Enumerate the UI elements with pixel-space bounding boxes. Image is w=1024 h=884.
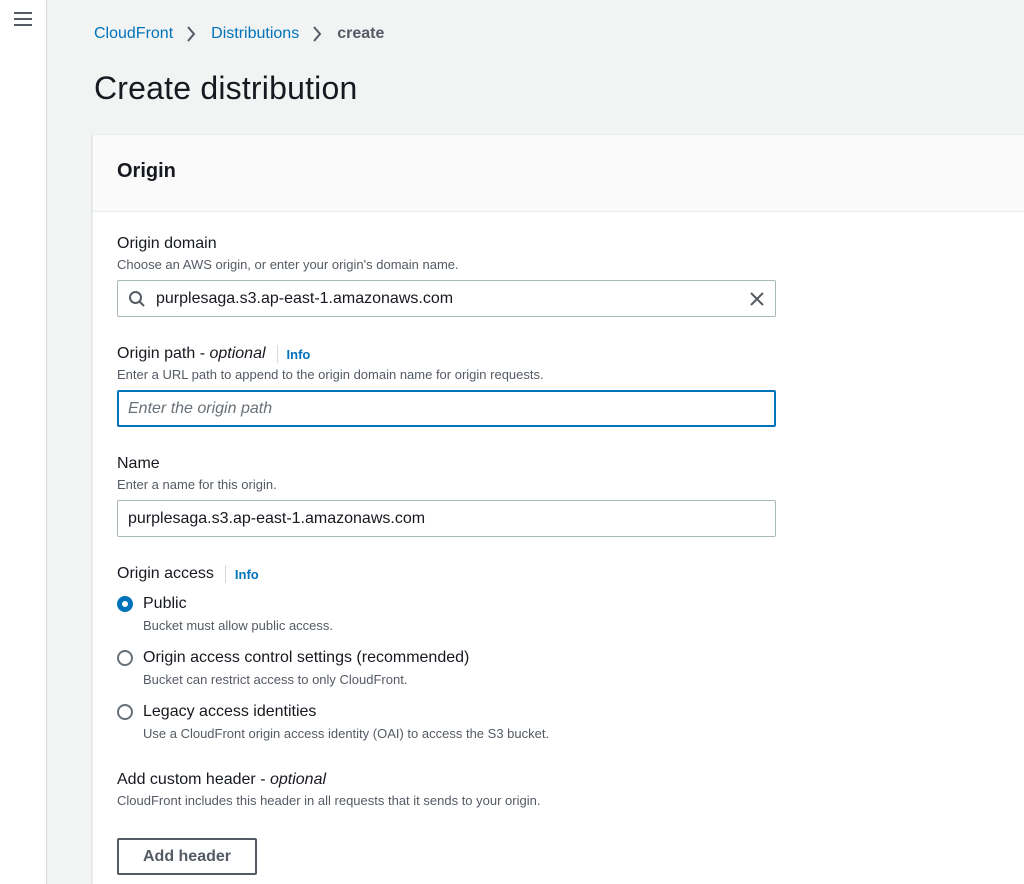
origin-access-label: Origin access Info <box>117 564 259 584</box>
origin-domain-input[interactable]: purplesaga.s3.ap-east-1.amazonaws.com <box>117 280 776 317</box>
radio-label-public: Public <box>143 595 187 612</box>
name-input[interactable]: purplesaga.s3.ap-east-1.amazonaws.com <box>117 500 776 537</box>
custom-header-description: CloudFront includes this header in all r… <box>117 793 541 808</box>
radio-button[interactable] <box>117 650 133 666</box>
breadcrumb: CloudFront Distributions create <box>94 22 384 46</box>
custom-header-field: Add custom header - optional CloudFront … <box>117 770 540 809</box>
radio-label-legacy-access-identities: Legacy access identities <box>143 703 317 720</box>
origin-path-placeholder: Enter the origin path <box>128 399 273 417</box>
name-field: Name Enter a name for this origin. <box>117 454 277 493</box>
origin-domain-label: Origin domain <box>117 235 217 252</box>
radio-description-origin-access-control: Bucket can restrict access to only Cloud… <box>143 672 408 687</box>
name-value: purplesaga.s3.ap-east-1.amazonaws.com <box>128 509 426 527</box>
origin-access-info-link[interactable]: Info <box>235 567 259 582</box>
panel-title: Origin <box>117 160 176 182</box>
breadcrumb-distributions[interactable]: Distributions <box>211 25 299 43</box>
radio-button-checked[interactable] <box>117 596 133 612</box>
optional-text: optional <box>269 771 327 788</box>
origin-access-field: Origin access Info <box>117 564 259 584</box>
panel-header: Origin <box>93 135 1024 212</box>
radio-description-public: Bucket must allow public access. <box>143 618 334 633</box>
origin-path-input[interactable]: Enter the origin path <box>117 390 776 427</box>
info-divider <box>276 345 278 363</box>
chevron-right-icon <box>312 26 322 42</box>
radio-option-public[interactable]: Public Bucket must allow public access. <box>117 594 333 633</box>
add-header-button[interactable]: Add header <box>117 838 257 875</box>
radio-button[interactable] <box>117 704 133 720</box>
name-description: Enter a name for this origin. <box>117 477 277 492</box>
origin-domain-field: Origin domain Choose an AWS origin, or e… <box>117 234 459 273</box>
origin-path-label-text: Origin path - <box>117 345 210 362</box>
info-divider <box>224 565 226 583</box>
optional-text: optional <box>209 345 266 362</box>
name-label: Name <box>117 455 160 472</box>
chevron-right-icon <box>186 26 196 42</box>
breadcrumb-current: create <box>337 25 385 42</box>
page-title: Create distribution <box>94 70 358 106</box>
origin-path-field: Origin path - optional Info Enter a URL … <box>117 344 544 383</box>
menu-icon[interactable] <box>14 12 32 28</box>
radio-option-origin-access-control[interactable]: Origin access control settings (recommen… <box>117 648 469 687</box>
origin-path-description: Enter a URL path to append to the origin… <box>117 367 544 382</box>
origin-domain-value: purplesaga.s3.ap-east-1.amazonaws.com <box>156 289 454 307</box>
origin-domain-description: Choose an AWS origin, or enter your orig… <box>117 257 459 272</box>
side-navigation-rail <box>0 0 47 884</box>
radio-label-origin-access-control: Origin access control settings (recommen… <box>143 649 470 666</box>
custom-header-label: Add custom header - optional <box>117 770 540 790</box>
breadcrumb-cloudfront[interactable]: CloudFront <box>94 25 173 43</box>
close-icon[interactable] <box>748 290 766 308</box>
origin-path-label: Origin path - optional Info <box>117 344 544 364</box>
custom-header-label-text: Add custom header - <box>117 771 270 788</box>
radio-description-legacy-access-identities: Use a CloudFront origin access identity … <box>143 726 550 741</box>
radio-option-legacy-access-identities[interactable]: Legacy access identities Use a CloudFron… <box>117 702 549 741</box>
origin-path-info-link[interactable]: Info <box>287 347 311 362</box>
search-icon <box>128 290 146 308</box>
origin-panel: Origin Origin domain Choose an AWS origi… <box>92 134 1024 884</box>
origin-access-label-text: Origin access <box>117 565 214 582</box>
